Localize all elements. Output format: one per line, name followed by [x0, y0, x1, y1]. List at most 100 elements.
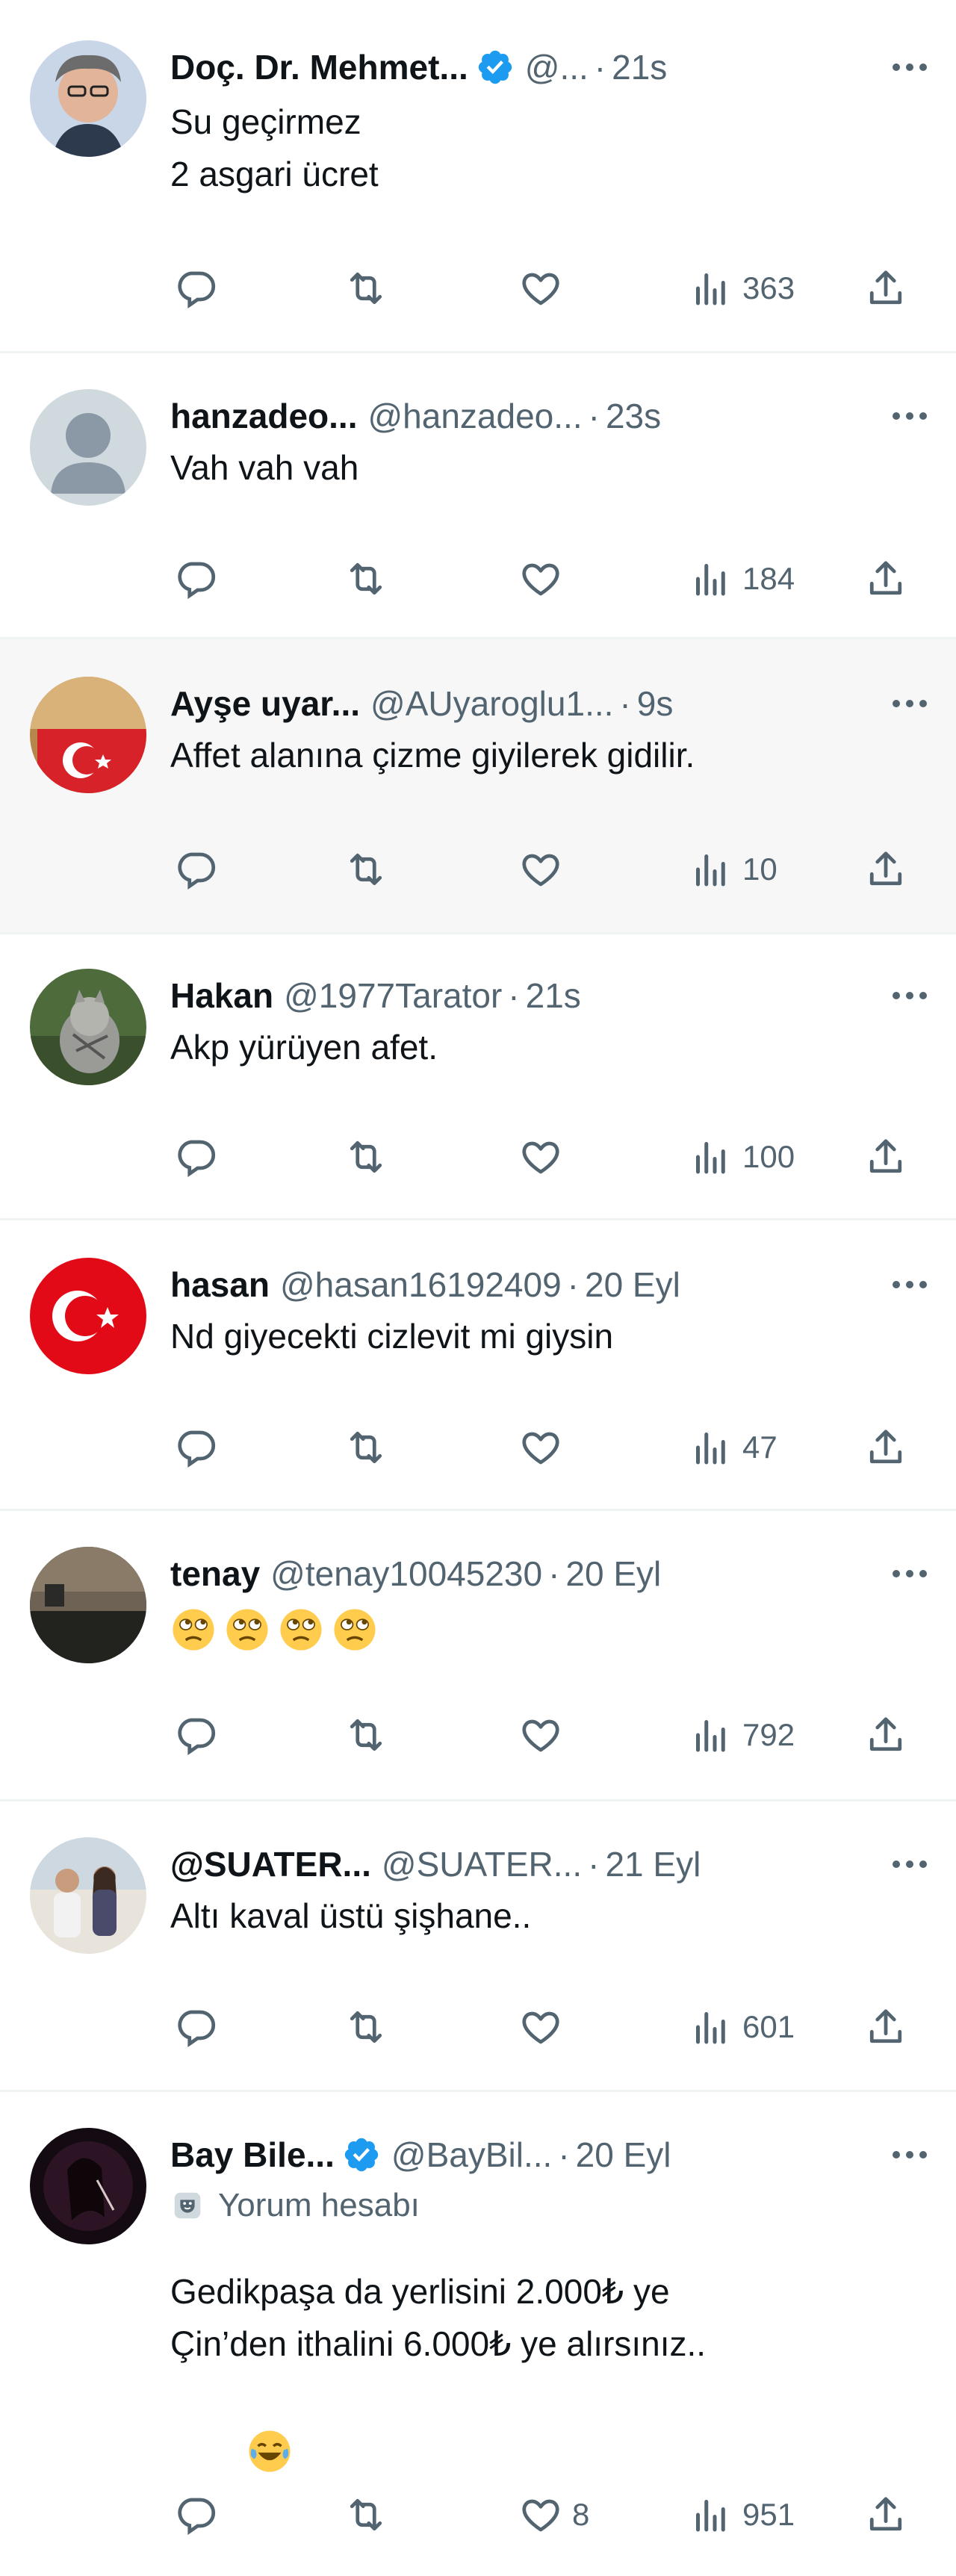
repost-icon [344, 2005, 388, 2049]
reply-icon [173, 1425, 218, 1470]
more-options-icon[interactable] [886, 973, 934, 1018]
tweet[interactable]: @SUATER... @SUATER... · 21 Eyl Altı kava… [0, 1801, 956, 2092]
avatar[interactable] [30, 1837, 146, 1954]
views-button[interactable]: 792 [689, 1708, 795, 1762]
views-icon [689, 1135, 733, 1179]
share-button[interactable] [863, 2000, 908, 2054]
author-name[interactable]: Ayşe uyar... [170, 683, 360, 724]
more-options-icon[interactable] [886, 394, 934, 438]
tweet[interactable]: Ayşe uyar... @AUyaroglu1... · 9s Affet a… [0, 639, 956, 934]
repost-button[interactable] [344, 842, 388, 896]
repost-button[interactable] [344, 1421, 388, 1474]
reply-icon [173, 2005, 218, 2049]
views-button[interactable]: 100 [689, 1130, 795, 1184]
like-button[interactable] [518, 261, 572, 315]
like-button[interactable]: 8 [518, 2488, 589, 2542]
repost-button[interactable] [344, 1130, 388, 1184]
reply-button[interactable] [173, 842, 218, 896]
repost-button[interactable] [344, 2000, 388, 2054]
repost-button[interactable] [344, 261, 388, 315]
views-button[interactable]: 184 [689, 552, 795, 606]
author-name[interactable]: hanzadeo... [170, 396, 357, 436]
views-button[interactable]: 47 [689, 1421, 777, 1474]
share-button[interactable] [863, 1421, 908, 1474]
like-button[interactable] [518, 552, 572, 606]
reply-button[interactable] [173, 1130, 218, 1184]
share-button[interactable] [863, 1130, 908, 1184]
author-handle[interactable]: @hasan16192409 [280, 1264, 562, 1305]
timestamp[interactable]: 23s [606, 396, 661, 436]
views-button[interactable]: 10 [689, 842, 777, 896]
reply-button[interactable] [173, 1708, 218, 1762]
avatar[interactable] [30, 969, 146, 1085]
timestamp[interactable]: 20 Eyl [565, 1554, 661, 1594]
author-name[interactable]: Doç. Dr. Mehmet... [170, 47, 468, 87]
tweet-actions: 792 [0, 1708, 956, 1762]
more-options-icon[interactable] [886, 1842, 934, 1887]
author-handle[interactable]: @BayBil... [391, 2135, 552, 2175]
like-icon [518, 2005, 563, 2049]
author-name[interactable]: Bay Bile... [170, 2135, 335, 2175]
reply-button[interactable] [173, 1421, 218, 1474]
like-button[interactable] [518, 842, 572, 896]
views-button[interactable]: 951 [689, 2488, 795, 2542]
timestamp[interactable]: 21s [612, 47, 667, 87]
repost-button[interactable] [344, 2488, 388, 2542]
reply-button[interactable] [173, 2000, 218, 2054]
author-name[interactable]: tenay [170, 1554, 260, 1594]
like-button[interactable] [518, 1130, 572, 1184]
reply-button[interactable] [173, 2488, 218, 2542]
share-button[interactable] [863, 552, 908, 606]
avatar[interactable] [30, 677, 146, 793]
tweet[interactable]: Doç. Dr. Mehmet... @... · 21s Su geçirme… [0, 0, 956, 353]
views-button[interactable]: 601 [689, 2000, 795, 2054]
share-icon [863, 2492, 908, 2537]
reply-button[interactable] [173, 261, 218, 315]
reply-button[interactable] [173, 552, 218, 606]
author-handle[interactable]: @hanzadeo... [367, 396, 582, 436]
more-options-icon[interactable] [886, 681, 934, 726]
share-button[interactable] [863, 1708, 908, 1762]
share-button[interactable] [863, 2488, 908, 2542]
author-handle[interactable]: @SUATER... [382, 1844, 582, 1884]
tweet[interactable]: hasan @hasan16192409 · 20 Eyl Nd giyecek… [0, 1220, 956, 1511]
views-count: 47 [742, 1430, 777, 1465]
tweet-text: Akp yürüyen afet. [170, 1028, 438, 1067]
author-handle[interactable]: @... [525, 47, 589, 87]
avatar[interactable] [30, 40, 146, 157]
avatar[interactable] [30, 1547, 146, 1663]
share-button[interactable] [863, 261, 908, 315]
repost-button[interactable] [344, 552, 388, 606]
tweet[interactable]: Bay Bile... @BayBil... · 20 Eyl Yorum he… [0, 2092, 956, 2576]
timestamp[interactable]: 9s [637, 683, 674, 724]
more-options-icon[interactable] [886, 1551, 934, 1596]
account-label[interactable]: Yorum hesabı [170, 2183, 420, 2228]
avatar[interactable] [30, 2128, 146, 2244]
avatar[interactable] [30, 389, 146, 506]
timestamp[interactable]: 21s [526, 975, 581, 1016]
author-name[interactable]: hasan [170, 1264, 270, 1305]
tweet-actions: 363 [0, 261, 956, 315]
like-button[interactable] [518, 1708, 572, 1762]
tweet[interactable]: hanzadeo... @hanzadeo... · 23s Vah vah v… [0, 353, 956, 639]
more-options-icon[interactable] [886, 1262, 934, 1307]
author-handle[interactable]: @tenay10045230 [270, 1554, 542, 1594]
like-button[interactable] [518, 1421, 572, 1474]
timestamp[interactable]: 20 Eyl [576, 2135, 671, 2175]
share-button[interactable] [863, 842, 908, 896]
author-handle[interactable]: @AUyaroglu1... [370, 683, 613, 724]
timestamp[interactable]: 21 Eyl [605, 1844, 701, 1884]
tweet[interactable]: tenay @tenay10045230 · 20 Eyl 792 [0, 1511, 956, 1801]
tweet[interactable]: Hakan @1977Tarator · 21s Akp yürüyen afe… [0, 934, 956, 1220]
views-button[interactable]: 363 [689, 261, 795, 315]
more-options-icon[interactable] [886, 2132, 934, 2177]
author-handle[interactable]: @1977Tarator [284, 975, 502, 1016]
repost-button[interactable] [344, 1708, 388, 1762]
author-name[interactable]: @SUATER... [170, 1844, 371, 1884]
more-options-icon[interactable] [886, 45, 934, 90]
avatar[interactable] [30, 1258, 146, 1374]
timestamp[interactable]: 20 Eyl [585, 1264, 680, 1305]
like-button[interactable] [518, 2000, 572, 2054]
views-count: 951 [742, 2497, 795, 2532]
author-name[interactable]: Hakan [170, 975, 273, 1016]
